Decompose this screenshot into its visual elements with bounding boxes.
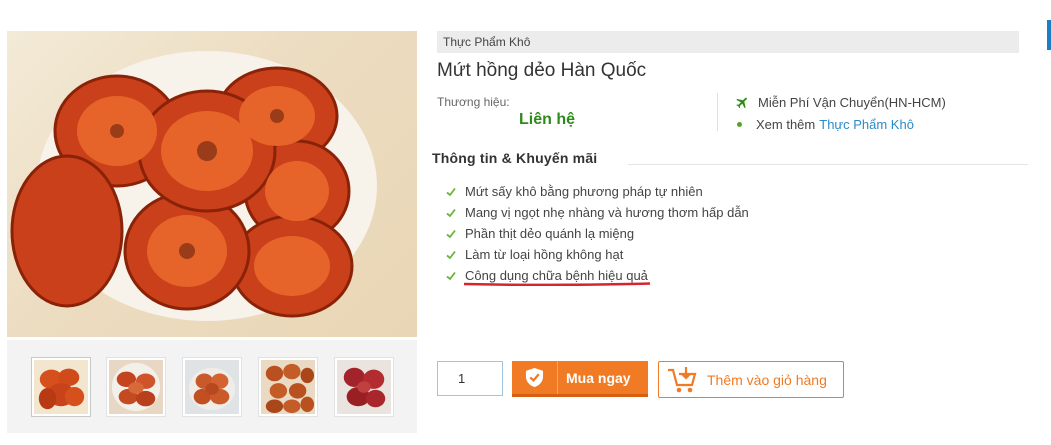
red-underline-annotation [463,282,651,286]
brand-value[interactable]: Liên hệ [519,111,575,129]
feature-text: Làm từ loại hồng không hạt [465,247,624,262]
thumbnail-1[interactable] [31,357,91,417]
thumbnail-4[interactable] [258,357,318,417]
check-icon [446,208,456,217]
feature-text: Công dụng chữa bệnh hiệu quả [465,268,648,283]
thumbnail-2[interactable] [106,357,166,417]
section-title: Thông tin & Khuyến mãi [432,150,598,166]
scroll-indicator [1047,20,1051,50]
check-icon [446,271,456,280]
category-bar: Thực Phẩm Khô [437,31,1019,53]
vertical-divider [717,93,718,131]
category-link[interactable]: Thực Phẩm Khô [819,117,914,132]
list-item: Mứt sấy khô bằng phương pháp tự nhiên [446,181,749,202]
buy-now-button[interactable]: Mua ngay [512,361,648,397]
thumbnail-3[interactable] [182,357,242,417]
free-shipping-info: Miễn Phí Vận Chuyển(HN-HCM) [735,95,946,110]
add-to-cart-label: Thêm vào giỏ hàng [707,371,827,388]
buy-now-label: Mua ngay [566,369,631,386]
feature-text: Phần thịt dẻo quánh lạ miệng [465,226,635,241]
product-main-image[interactable] [7,31,417,337]
list-item: Phần thịt dẻo quánh lạ miệng [446,223,749,244]
list-item: Làm từ loại hồng không hạt [446,244,749,265]
shield-check-icon [525,368,544,387]
quantity-input[interactable]: 1 [437,361,503,396]
feature-text: Mang vị ngọt nhẹ nhàng và hương thơm hấp… [465,205,749,220]
bullet-dot-icon [737,122,742,127]
list-item: Mang vị ngọt nhẹ nhàng và hương thơm hấp… [446,202,749,223]
check-icon [446,229,456,238]
plane-icon [736,97,747,109]
check-icon [446,187,456,196]
see-more-prefix: Xem thêm [756,117,816,132]
feature-list: Mứt sấy khô bằng phương pháp tự nhiên Ma… [446,181,749,286]
check-icon [446,250,456,259]
shield-icon-box [512,361,558,394]
see-more-row: Xem thêm Thực Phẩm Khô [737,117,914,132]
thumbnail-strip [7,340,417,433]
thumbnail-5[interactable] [334,357,394,417]
cart-add-icon [668,366,697,392]
add-to-cart-button[interactable]: Thêm vào giỏ hàng [658,361,844,398]
feature-text: Mứt sấy khô bằng phương pháp tự nhiên [465,184,703,199]
product-title: Mứt hồng dẻo Hàn Quốc [437,60,647,81]
free-shipping-text: Miễn Phí Vận Chuyển(HN-HCM) [758,95,946,110]
brand-label: Thương hiệu: [437,95,510,109]
section-divider [628,164,1028,165]
